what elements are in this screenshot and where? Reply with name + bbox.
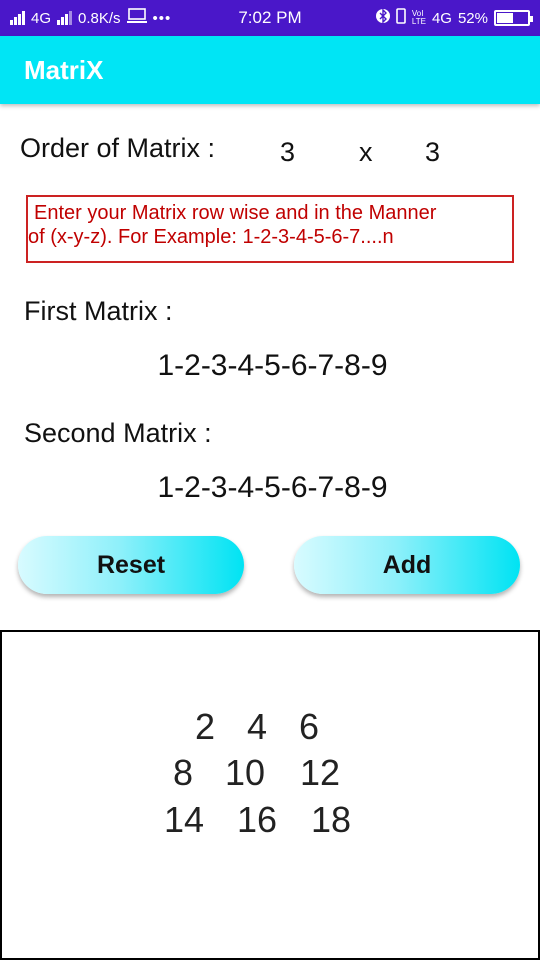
result-cell: 12	[299, 752, 341, 793]
more-dots-icon: •••	[152, 9, 172, 27]
result-cell: 6	[298, 706, 320, 747]
order-label: Order of Matrix :	[20, 133, 216, 163]
network-type-right: 4G	[431, 9, 452, 27]
second-matrix-input[interactable]: 1-2-3-4-5-6-7-8-9	[0, 471, 540, 505]
battery-icon	[494, 10, 533, 26]
vibrate-icon	[396, 8, 406, 28]
order-separator: x	[359, 137, 373, 167]
reset-button[interactable]: Reset	[18, 536, 244, 594]
result-cell: 10	[224, 752, 266, 793]
screen-icon	[126, 8, 147, 28]
first-matrix-label: First Matrix :	[24, 296, 173, 326]
first-matrix-input[interactable]: 1-2-3-4-5-6-7-8-9	[0, 349, 540, 383]
battery-percent: 52%	[457, 9, 488, 27]
status-left: 4G 0.8K/s •••	[10, 8, 171, 28]
volte-icon: VoI LTE	[411, 9, 426, 26]
network-type-left: 4G	[31, 9, 52, 27]
result-cell: 16	[236, 799, 278, 840]
status-bar: 4G 0.8K/s ••• 7:02 PM VoI LTE 4G 52%	[0, 0, 540, 36]
app-title: MatriX	[24, 54, 104, 85]
app-bar: MatriX	[0, 36, 540, 104]
cols-input[interactable]: 3	[425, 137, 440, 168]
add-button[interactable]: Add	[294, 536, 520, 594]
rows-input[interactable]: 3	[280, 137, 295, 168]
result-cell: 4	[246, 706, 268, 747]
result-cell: 8	[172, 752, 194, 793]
result-cell: 18	[310, 799, 352, 840]
result-cell: 2	[194, 706, 216, 747]
result-box: 2 4 6 8 10 12 14 16 18	[0, 630, 540, 960]
network-speed: 0.8K/s	[78, 9, 121, 27]
instruction-line-1: Enter your Matrix row wise and in the Ma…	[34, 202, 437, 224]
instruction-box: Enter your Matrix row wise and in the Ma…	[26, 195, 514, 263]
signal-icon-2	[57, 11, 73, 25]
instruction-line-2: of (x-y-z). For Example: 1-2-3-4-5-6-7..…	[28, 226, 394, 248]
result-cell: 14	[163, 799, 205, 840]
status-right: VoI LTE 4G 52%	[375, 7, 533, 29]
bluetooth-icon	[375, 7, 390, 29]
second-matrix-label: Second Matrix :	[24, 418, 212, 448]
signal-icon	[10, 11, 25, 25]
